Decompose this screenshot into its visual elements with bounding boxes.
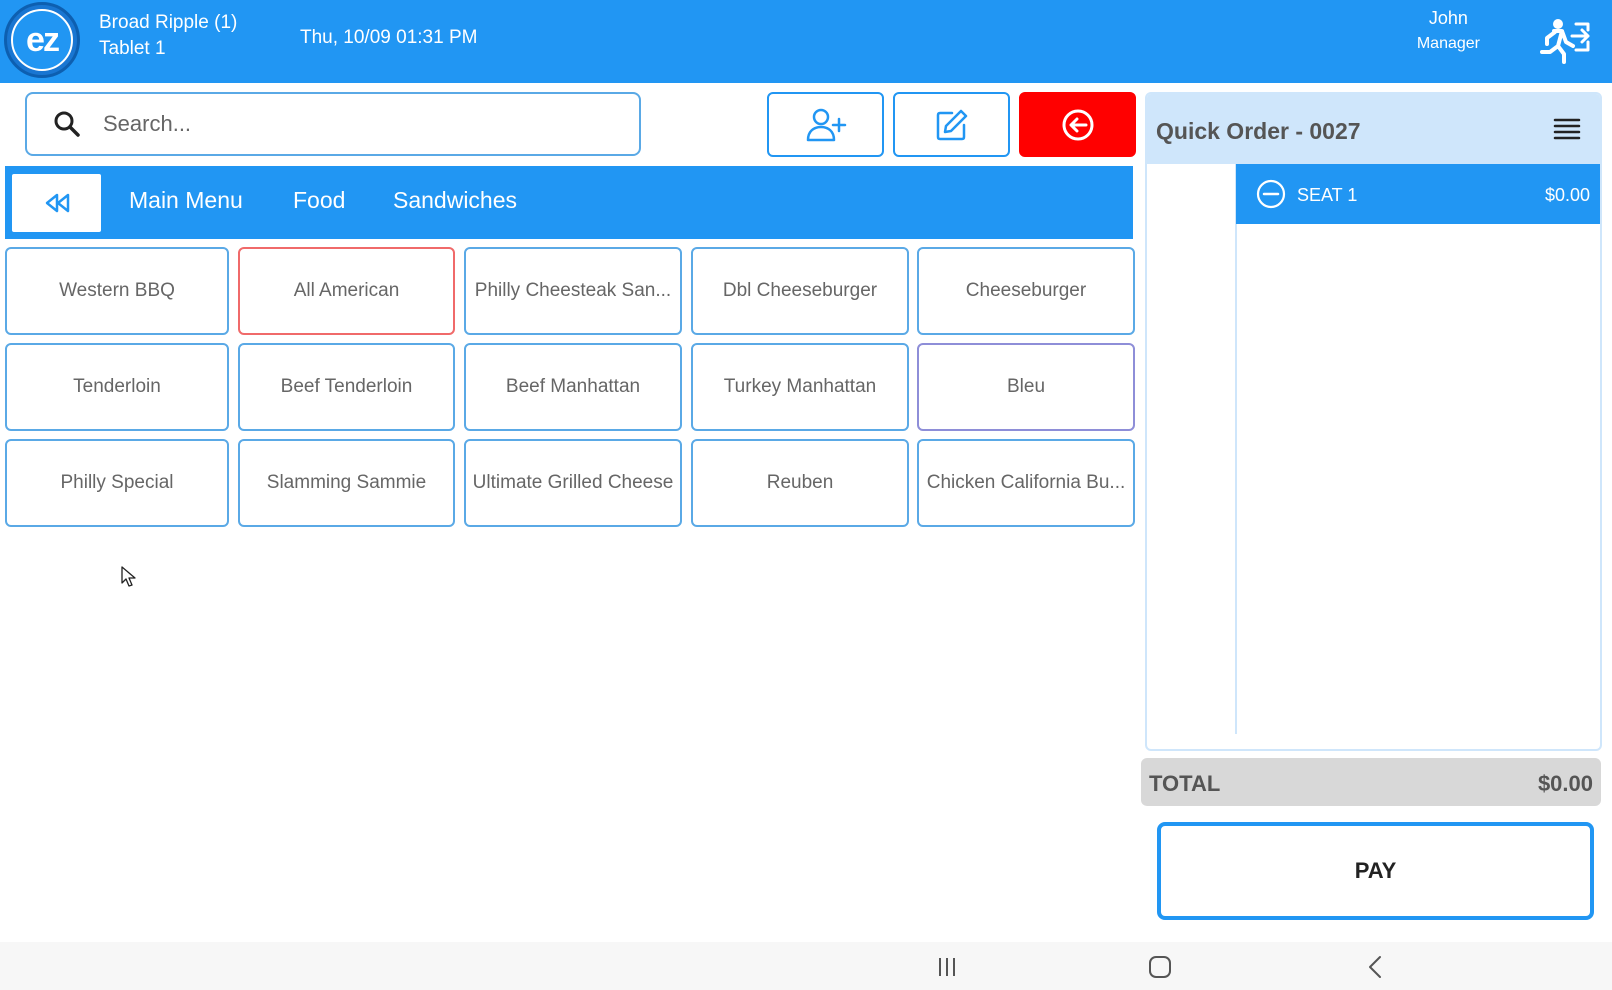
menu-item-reuben[interactable]: Reuben [691,439,909,527]
breadcrumb-food[interactable]: Food [293,187,345,214]
search-icon [54,111,80,137]
menu-item-beef-manhattan[interactable]: Beef Manhattan [464,343,682,431]
location-info: Broad Ripple (1) Tablet 1 [99,10,237,62]
menu-item-philly-special[interactable]: Philly Special [5,439,229,527]
menu-item-western-bbq[interactable]: Western BBQ [5,247,229,335]
menu-item-dbl-cheeseburger[interactable]: Dbl Cheeseburger [691,247,909,335]
edit-button[interactable] [893,92,1010,157]
edit-icon [936,109,967,140]
breadcrumb-main-menu[interactable]: Main Menu [129,187,243,214]
rewind-icon [45,193,69,213]
total-label: TOTAL [1149,771,1221,796]
menu-item-turkey-manhattan[interactable]: Turkey Manhattan [691,343,909,431]
menu-item-cheeseburger[interactable]: Cheeseburger [917,247,1135,335]
user-role: Manager [1416,35,1480,52]
pay-button[interactable]: PAY [1157,822,1594,920]
seat-amount: $0.00 [1544,185,1590,205]
search-input[interactable] [101,110,585,138]
home-icon[interactable] [1147,955,1173,979]
top-bar: ez Broad Ripple (1) Tablet 1 Thu, 10/09 … [0,0,1612,83]
seat-label: SEAT 1 [1297,185,1358,205]
order-title: Quick Order - 0027 [1156,118,1361,144]
location-name: Broad Ripple (1) [99,12,238,33]
category-nav: Main Menu Food Sandwiches [5,166,1133,239]
menu-item-chicken-california[interactable]: Chicken California Bu... [917,439,1135,527]
breadcrumb-sandwiches[interactable]: Sandwiches [393,187,517,214]
hamburger-menu-icon[interactable] [1552,114,1582,144]
logo-text: ez [11,9,73,71]
search-box[interactable] [25,92,641,156]
order-panel: Quick Order - 0027 SEAT 1 $0.00 [1145,92,1602,751]
menu-item-slamming-sammie[interactable]: Slamming Sammie [238,439,455,527]
order-header: Quick Order - 0027 [1147,94,1600,164]
device-name: Tablet 1 [99,38,166,59]
menu-item-ultimate-grilled-cheese[interactable]: Ultimate Grilled Cheese [464,439,682,527]
back-icon[interactable] [1363,955,1389,979]
ez-logo: ez [4,2,80,78]
menu-item-bleu[interactable]: Bleu [917,343,1135,431]
user-info[interactable]: John Manager [1417,6,1480,56]
system-nav-bar [0,942,1612,990]
total-value: $0.00 [1537,771,1593,796]
mouse-cursor-icon [121,566,136,587]
menu-item-beef-tenderloin[interactable]: Beef Tenderloin [238,343,455,431]
exit-order-button[interactable] [1019,92,1136,157]
user-name: John [1428,8,1468,28]
arrow-left-circle-icon [1062,109,1093,140]
menu-item-philly-cheesteak[interactable]: Philly Cheesteak San... [464,247,682,335]
seat-row[interactable]: SEAT 1 $0.00 [1236,164,1600,224]
user-plus-icon [806,108,846,141]
remove-seat-icon[interactable] [1256,179,1286,209]
datetime: Thu, 10/09 01:31 PM [300,27,478,48]
menu-item-tenderloin[interactable]: Tenderloin [5,343,229,431]
seat-column-divider [1235,164,1237,734]
menu-item-all-american[interactable]: All American [238,247,455,335]
nav-back-button[interactable] [12,174,101,232]
add-customer-button[interactable] [767,92,884,157]
recent-apps-icon[interactable] [934,955,960,979]
logout-icon[interactable] [1536,16,1592,64]
order-total: TOTAL $0.00 [1141,758,1601,806]
